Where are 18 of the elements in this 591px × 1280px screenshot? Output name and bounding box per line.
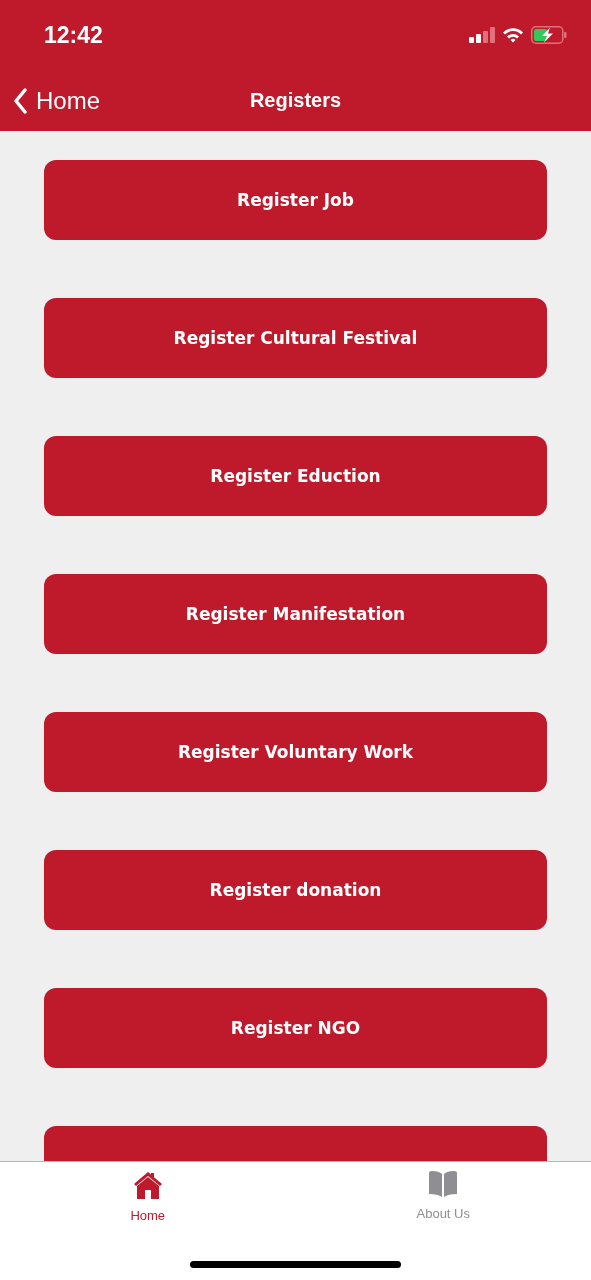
- register-button[interactable]: Register Job: [44, 160, 547, 240]
- register-button[interactable]: Register Eduction: [44, 436, 547, 516]
- chevron-left-icon: [13, 87, 27, 114]
- book-icon: [428, 1170, 459, 1198]
- register-button[interactable]: Register NGO: [44, 988, 547, 1068]
- register-button[interactable]: Register Cultural Festival: [44, 298, 547, 378]
- battery-icon: [531, 26, 567, 44]
- home-icon: [132, 1170, 163, 1200]
- signal-icon: [469, 27, 495, 43]
- tab-item[interactable]: Home: [0, 1162, 296, 1224]
- register-button[interactable]: Register Manifestation: [44, 574, 547, 654]
- back-button[interactable]: Home: [0, 86, 101, 115]
- tab-item[interactable]: About Us: [295, 1162, 591, 1222]
- register-button[interactable]: Register Voluntary Work: [44, 712, 547, 792]
- status-time: 12:42: [44, 21, 103, 49]
- register-button[interactable]: Register donation: [44, 850, 547, 930]
- page-title: Registers: [249, 89, 342, 112]
- wifi-icon: [502, 27, 524, 43]
